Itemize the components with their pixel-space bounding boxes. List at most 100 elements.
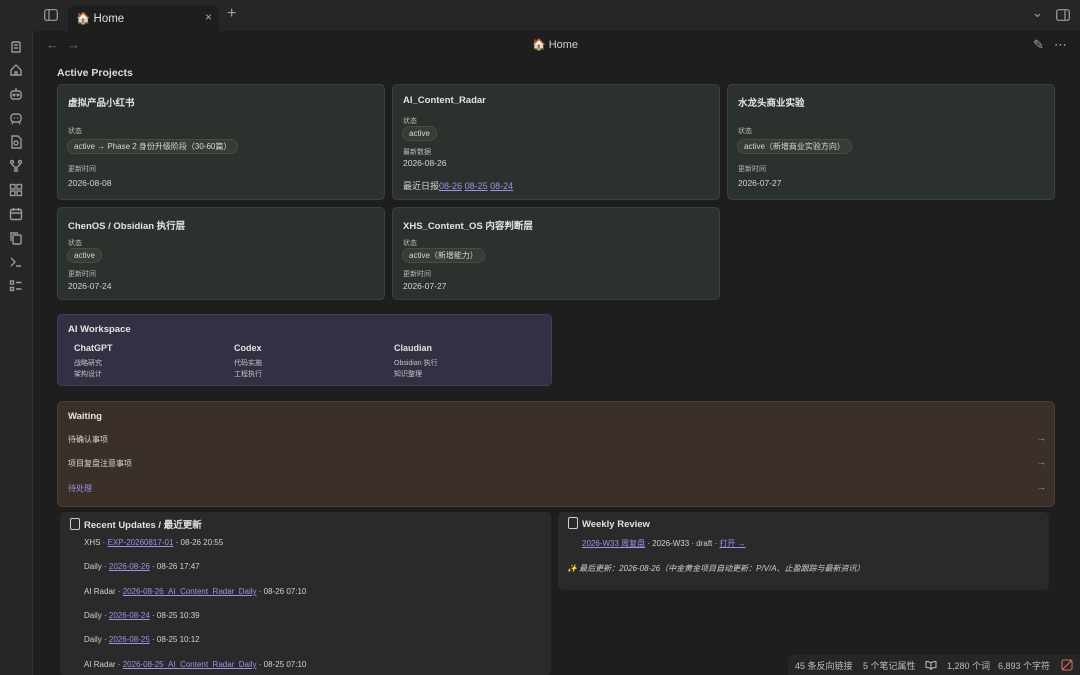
status-badge: active [402, 126, 437, 141]
status-label: 状态 [68, 128, 82, 135]
close-tab-icon[interactable]: × [205, 10, 212, 24]
ai-tool-role: 知识整理 [394, 371, 422, 378]
robot-icon[interactable] [9, 87, 23, 101]
properties-count[interactable]: 5 个笔记属性 [863, 659, 916, 672]
project-name: 水龙头商业实验 [738, 98, 805, 109]
recent-daily-label: 最近日报 [403, 181, 440, 191]
ai-tool-role: 架构设计 [74, 371, 102, 378]
active-projects-heading: Active Projects [57, 67, 133, 79]
arrow-right-icon[interactable]: → [1037, 433, 1046, 443]
project-name: XHS_Content_OS 内容判断层 [403, 221, 533, 232]
update-item: Daily · 2026-08-25 · 08-25 10:12 [84, 635, 200, 644]
ai-tool-name: Codex [234, 343, 262, 353]
more-options-icon[interactable]: ⋯ [1054, 37, 1067, 53]
weekly-review-title: Weekly Review [568, 517, 650, 530]
update-link[interactable]: 2026-08-25 [109, 635, 150, 644]
waiting-card: Waiting 待确认事项 → 项目复盘注意事项 → 待处理 → [57, 401, 1055, 507]
project-card[interactable]: ChenOS / Obsidian 执行层 状态 active 更新时间 202… [57, 207, 385, 300]
waiting-item[interactable]: 待处理 [68, 483, 92, 494]
update-time-value: 2026-07-24 [68, 281, 112, 291]
update-time-label: 更新时间 [403, 271, 431, 278]
tab-bar: 🏠 Home × + ⌄ [0, 0, 1080, 31]
recent-updates-title: Recent Updates / 最近更新 [70, 517, 202, 531]
update-link[interactable]: EXP-20260817-01 [108, 538, 174, 547]
left-ribbon [0, 31, 33, 675]
ai-workspace-card: AI Workspace ChatGPT 战略研究 架构设计 Codex 代码实… [57, 314, 552, 386]
daily-link[interactable]: 08-24 [490, 181, 513, 191]
tab-list-dropdown-icon[interactable]: ⌄ [1032, 6, 1043, 20]
backlinks-count[interactable]: 45 条反向链接 [795, 659, 853, 672]
update-link[interactable]: 2026-08-25_AI_Content_Radar_Daily [123, 660, 257, 669]
home-icon[interactable] [9, 63, 23, 77]
weekly-review-panel: Weekly Review 2026-W33 周复盘 · 2026-W33 · … [558, 512, 1049, 590]
project-name: 虚拟产品小红书 [68, 98, 135, 109]
weekly-review-link[interactable]: 2026-W33 周复盘 [582, 539, 645, 548]
terminal-icon[interactable] [9, 255, 23, 269]
waiting-item[interactable]: 待确认事项 [68, 434, 108, 445]
recent-daily-row: 最近日报08-26 08-25 08-24 [403, 179, 513, 192]
project-card[interactable]: 水龙头商业实验 状态 active（新增商业实验方向） 更新时间 2026-07… [727, 84, 1055, 200]
status-badge: active（新增商业实验方向） [737, 139, 852, 154]
status-badge: active → Phase 2 身份升级阶段（30-60篇） [67, 139, 239, 154]
update-time-label: 更新时间 [68, 271, 96, 278]
daily-link[interactable]: 08-26 [439, 181, 462, 191]
list-icon[interactable] [9, 279, 23, 293]
status-bar: 45 条反向链接 5 个笔记属性 1,280 个词 6,893 个字符 [788, 655, 1080, 675]
page-title: 🏠 Home [531, 39, 579, 51]
status-badge: active（新增能力） [402, 248, 485, 263]
copy-icon[interactable] [9, 231, 23, 245]
status-label: 状态 [403, 118, 417, 125]
notebook-icon [70, 518, 80, 530]
reading-view-icon[interactable] [925, 660, 937, 672]
update-item: Daily · 2026-08-26 · 08-26 17:47 [84, 562, 200, 571]
update-item: XHS · EXP-20260817-01 · 08-26 20:55 [84, 538, 224, 547]
update-time-value: 2026-07-27 [403, 281, 447, 291]
ai-tool-name: ChatGPT [74, 343, 113, 353]
ai-tool-role: 工程执行 [234, 371, 262, 378]
waiting-title: Waiting [68, 411, 102, 422]
update-time-label: 更新时间 [68, 166, 96, 173]
weekly-review-note: ✨ 最后更新：2026-08-26（中金黄金项目自动更新：P/V/A、止盈跟踪与… [567, 564, 865, 573]
update-link[interactable]: 2026-08-26 [109, 562, 150, 571]
ai-tool-role: Obsidian 执行 [394, 360, 438, 367]
latest-data-label: 最新数据 [403, 149, 431, 156]
update-item: AI Radar · 2026-08-25_AI_Content_Radar_D… [84, 660, 307, 669]
weekly-review-entry: 2026-W33 周复盘 · 2026-W33 · draft · 打开 → [582, 539, 746, 548]
project-card[interactable]: XHS_Content_OS 内容判断层 状态 active（新增能力） 更新时… [392, 207, 720, 300]
tab-home[interactable]: 🏠 Home × [68, 5, 219, 31]
update-link[interactable]: 2026-08-26_AI_Content_Radar_Daily [123, 587, 257, 596]
recent-updates-panel: Recent Updates / 最近更新 XHS · EXP-20260817… [60, 512, 551, 675]
new-tab-icon[interactable]: + [227, 6, 236, 22]
notebook-icon [568, 517, 578, 529]
update-link[interactable]: 2026-08-24 [109, 611, 150, 620]
arrow-right-icon[interactable]: → [1037, 457, 1046, 467]
project-name: AI_Content_Radar [403, 95, 486, 106]
edit-icon[interactable]: ✎ [1033, 37, 1044, 53]
char-count: 6,893 个字符 [998, 661, 1051, 671]
daily-link[interactable]: 08-25 [465, 181, 488, 191]
right-sidebar-toggle-icon[interactable] [1056, 9, 1070, 23]
sidebar-toggle-icon[interactable] [44, 9, 58, 23]
waiting-item[interactable]: 项目复盘注意事项 [68, 458, 132, 469]
update-time-value: 2026-07-27 [738, 178, 782, 188]
latest-data-value: 2026-08-26 [403, 158, 447, 168]
ai-tool-role: 战略研究 [74, 360, 102, 367]
git-branch-icon[interactable] [9, 159, 23, 173]
tab-label: 🏠 Home [76, 13, 125, 25]
ai-tool-role: 代码实施 [234, 360, 262, 367]
status-label: 状态 [68, 240, 82, 247]
grid-icon[interactable] [9, 183, 23, 197]
update-item: AI Radar · 2026-08-26_AI_Content_Radar_D… [84, 587, 307, 596]
bot-icon[interactable] [9, 111, 23, 125]
status-label: 状态 [403, 240, 417, 247]
project-card[interactable]: 虚拟产品小红书 状态 active → Phase 2 身份升级阶段（30-60… [57, 84, 385, 200]
project-name: ChenOS / Obsidian 执行层 [68, 221, 186, 232]
status-label: 状态 [738, 128, 752, 135]
file-search-icon[interactable] [9, 135, 23, 149]
arrow-right-icon[interactable]: → [1037, 482, 1046, 492]
project-card[interactable]: AI_Content_Radar 状态 active 最新数据 2026-08-… [392, 84, 720, 200]
sync-off-icon[interactable] [1061, 659, 1073, 673]
update-time-value: 2026-08-08 [68, 178, 112, 188]
open-link[interactable]: 打开 → [719, 539, 745, 548]
calendar-icon[interactable] [9, 207, 23, 221]
